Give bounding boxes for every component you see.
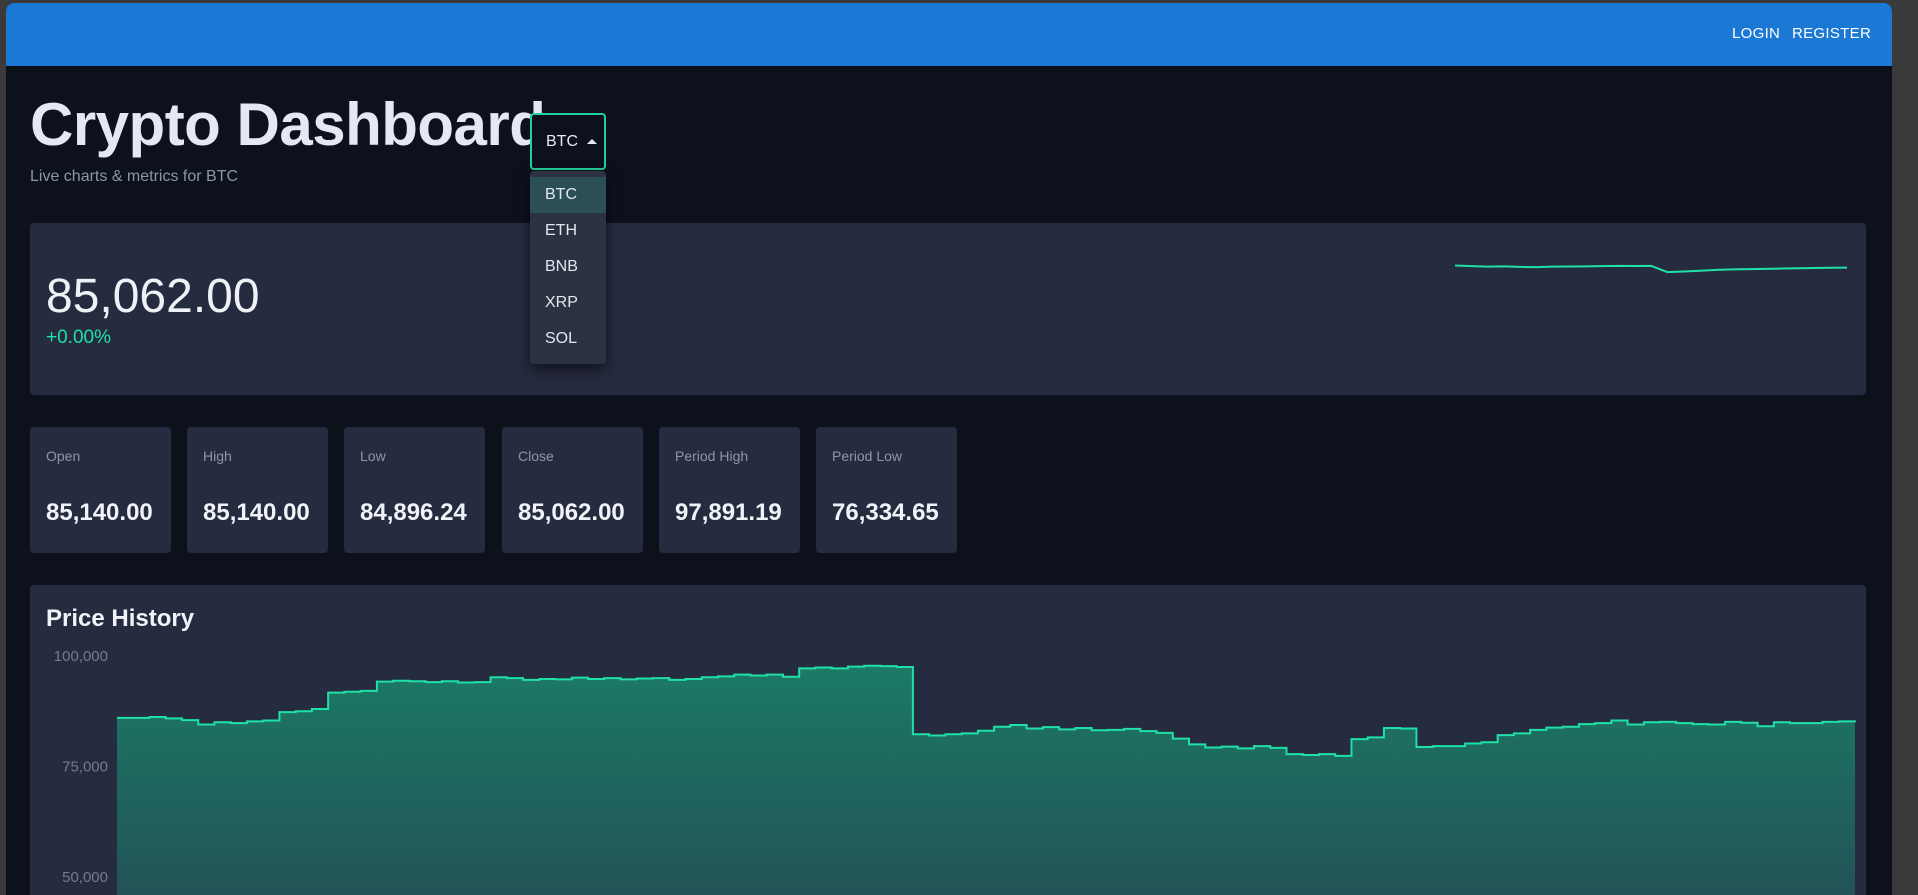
register-button[interactable]: REGISTER [1792,25,1871,42]
coin-option-sol[interactable]: SOL [530,321,606,357]
app-window: LOGIN REGISTER Crypto Dashboard Live cha… [6,3,1892,895]
metric-value: 85,140.00 [203,499,310,526]
metric-label: Period Low [832,448,903,464]
y-tick-label: 100,000 [54,648,108,665]
page-title: Crypto Dashboard [30,91,546,158]
metric-card-period-high: Period High 97,891.19 [659,427,800,553]
login-button[interactable]: LOGIN [1732,25,1780,42]
top-navbar: LOGIN REGISTER [6,3,1892,66]
coin-select-value: BTC [546,132,578,150]
y-tick-label: 50,000 [62,869,108,886]
page-subtitle: Live charts & metrics for BTC [30,168,239,185]
price-sparkline [1455,264,1847,274]
metric-value: 85,140.00 [46,499,153,526]
coin-option-btc[interactable]: BTC [530,177,606,213]
sparkline-line [1455,264,1847,274]
caret-up-icon [587,138,597,144]
coin-dropdown-menu: BTC ETH BNB XRP SOL [530,171,606,364]
metric-value: 85,062.00 [518,499,625,526]
metric-card-open: Open 85,140.00 [30,427,171,553]
price-summary-card: 85,062.00 +0.00% [30,223,1866,395]
window-edge [1892,3,1918,895]
coin-select[interactable]: BTC [530,113,606,170]
metric-card-high: High 85,140.00 [187,427,328,553]
coin-option-bnb[interactable]: BNB [530,249,606,285]
metric-value: 97,891.19 [675,499,782,526]
history-area-fill [117,665,1855,895]
current-price: 85,062.00 [46,270,260,323]
price-history-card: 100,000 75,000 50,000 Price History [30,585,1866,895]
metric-label: Close [518,448,554,464]
metric-card-period-low: Period Low 76,334.65 [816,427,957,553]
metric-card-low: Low 84,896.24 [344,427,485,553]
price-history-title: Price History [46,605,195,632]
metric-value: 76,334.65 [832,499,939,526]
metric-label: High [203,448,232,464]
coin-option-xrp[interactable]: XRP [530,285,606,321]
metric-card-close: Close 85,062.00 [502,427,643,553]
metric-label: Open [46,448,81,464]
y-tick-label: 75,000 [62,759,108,776]
coin-option-eth[interactable]: ETH [530,213,606,249]
metric-value: 84,896.24 [360,499,467,526]
metric-label: Low [360,448,386,464]
price-history-chart: 100,000 75,000 50,000 [54,648,1856,895]
metric-label: Period High [675,448,749,464]
price-change: +0.00% [46,327,111,348]
